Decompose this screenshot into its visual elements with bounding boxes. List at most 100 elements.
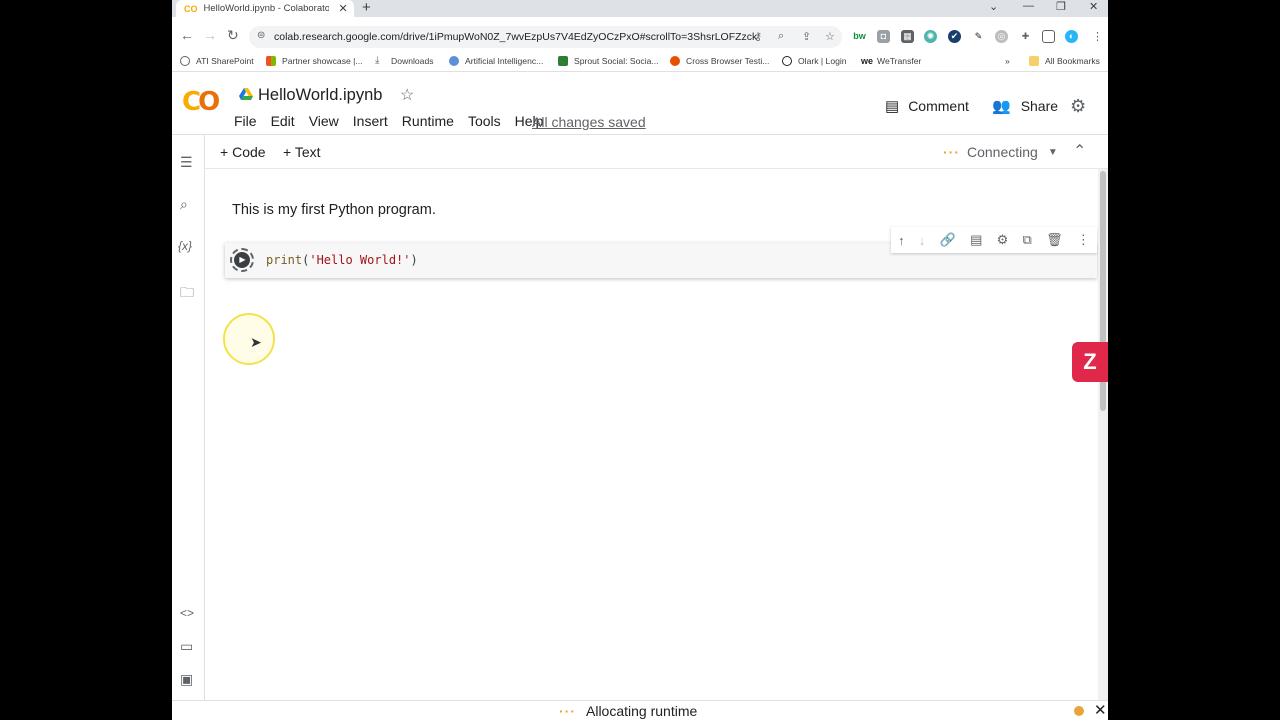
status-close-icon[interactable]: ✕ (1094, 701, 1107, 719)
extension-bw-icon[interactable]: bw (853, 30, 866, 43)
profile-avatar-icon[interactable]: ◐ (1065, 30, 1078, 43)
scrollbar[interactable] (1098, 169, 1108, 700)
status-dots-icon: ··· (559, 703, 576, 719)
url-text: colab.research.google.com/drive/1iPmupWo… (274, 31, 758, 43)
extensions-puzzle-icon[interactable]: ✚ (1019, 30, 1032, 43)
cell-toolbar: ↑ ↓ 🔗 ▤ ⚙ ⧉ 🗑 ⋮ (891, 227, 1097, 253)
plus-icon: + (220, 144, 229, 160)
people-icon: 👥 (992, 98, 1011, 115)
bookmark-item[interactable]: ⤓ Downloads (375, 56, 434, 66)
microsoft-icon (266, 56, 276, 66)
move-down-icon[interactable]: ↓ (919, 233, 926, 248)
command-palette-icon[interactable]: ▭ (180, 638, 193, 655)
menu-edit[interactable]: Edit (271, 113, 295, 129)
bookmark-item[interactable]: Cross Browser Testi... (670, 56, 769, 66)
extension-camera-icon[interactable]: ◘ (877, 30, 890, 43)
side-panel-icon[interactable] (1042, 30, 1055, 43)
text-cell[interactable]: This is my first Python program. (232, 202, 436, 218)
zoom-extension-icon[interactable]: Z (1072, 342, 1108, 382)
bookmarks-bar: ATI SharePoint Partner showcase |... ⤓ Do… (172, 54, 1108, 72)
code-snippets-icon[interactable]: <> (180, 606, 194, 620)
search-icon[interactable]: ⌕ (180, 196, 188, 213)
tab-close-icon[interactable]: ✕ (339, 2, 348, 15)
google-drive-icon[interactable] (239, 88, 253, 100)
share-page-icon[interactable]: ⇪ (802, 30, 811, 43)
bookmark-item[interactable]: Partner showcase |... (266, 56, 363, 66)
all-bookmarks[interactable]: All Bookmarks (1029, 56, 1100, 66)
files-folder-icon[interactable]: 🗀 (180, 282, 194, 306)
share-button[interactable]: 👥 Share (992, 97, 1058, 115)
more-options-icon[interactable]: ⋮ (1077, 232, 1090, 248)
bookmark-star-icon[interactable]: ☆ (825, 30, 835, 43)
extension-grid-icon[interactable]: ▦ (901, 30, 914, 43)
extension-check-icon[interactable]: ✔ (948, 30, 961, 43)
play-icon: ▶ (234, 252, 250, 268)
download-icon: ⤓ (375, 56, 385, 66)
notebook-title[interactable]: HelloWorld.ipynb (258, 86, 382, 105)
status-indicator-dot (1074, 706, 1084, 716)
reload-icon[interactable]: ↻ (227, 27, 239, 44)
add-text-button[interactable]: + Text (283, 144, 321, 160)
more-bookmarks-icon[interactable]: » (1005, 56, 1010, 66)
code-function: print (266, 253, 303, 267)
globe-icon (180, 56, 190, 66)
status-text: Allocating runtime (586, 703, 698, 719)
bookmark-item[interactable]: we WeTransfer (861, 56, 921, 66)
variables-icon[interactable]: {x} (178, 239, 192, 253)
code-editor[interactable]: print('Hello World!') (266, 253, 418, 267)
back-icon[interactable]: ← (180, 27, 194, 43)
run-cell-button[interactable]: ▶ (230, 248, 254, 272)
notebook-body: This is my first Python program. ▶ print… (206, 169, 1098, 700)
extension-gear-icon[interactable]: ✺ (924, 30, 937, 43)
terminal-icon[interactable]: ▣ (180, 671, 193, 688)
move-up-icon[interactable]: ↑ (898, 233, 905, 248)
bookmark-item[interactable]: Sprout Social: Socia... (558, 56, 659, 66)
table-of-contents-icon[interactable]: ☰ (180, 154, 193, 171)
cell-settings-icon[interactable]: ⚙ (997, 232, 1009, 248)
comment-button[interactable]: ▤ Comment (885, 97, 969, 115)
menu-view[interactable]: View (309, 113, 339, 129)
connection-status: Connecting (967, 144, 1038, 160)
comment-label: Comment (908, 98, 969, 114)
save-status-link[interactable]: All changes saved (532, 114, 646, 130)
delete-icon[interactable]: 🗑 (1046, 232, 1063, 248)
comment-cell-icon[interactable]: ▤ (970, 232, 982, 248)
folder-icon (1029, 56, 1039, 66)
zoom-icon[interactable]: ⌕ (778, 30, 784, 43)
menu-file[interactable]: File (234, 113, 257, 129)
colab-logo[interactable]: CO (182, 87, 220, 117)
wetransfer-icon: we (861, 56, 874, 66)
cursor-highlight (223, 313, 275, 365)
extension-pen-icon[interactable]: ✎ (972, 30, 985, 43)
bookmark-item[interactable]: Artificial Intelligenc... (449, 56, 543, 66)
star-icon[interactable]: ☆ (400, 85, 414, 105)
connect-button[interactable]: ··· Connecting ▼ (943, 144, 1058, 160)
collapse-header-icon[interactable]: ⌃ (1073, 141, 1086, 161)
window-close-icon[interactable]: ✕ (1089, 0, 1098, 13)
tab-search-icon[interactable]: ⌄ (989, 0, 998, 13)
bookmark-item[interactable]: Olark | Login (782, 56, 847, 66)
minimize-icon[interactable]: — (1023, 0, 1034, 12)
restore-icon[interactable]: ❐ (1056, 0, 1066, 13)
link-icon[interactable]: 🔗 (940, 232, 956, 248)
plus-icon: + (283, 144, 292, 160)
extension-circle-icon[interactable]: ◎ (995, 30, 1008, 43)
ai-site-icon (449, 56, 459, 66)
colab-header: CO HelloWorld.ipynb ☆ File Edit View Ins… (172, 73, 1108, 135)
forward-icon[interactable]: → (203, 27, 217, 43)
bookmark-item[interactable]: ATI SharePoint (180, 56, 254, 66)
password-key-icon[interactable]: ⚷ (754, 30, 762, 43)
dropdown-arrow-icon[interactable]: ▼ (1048, 147, 1058, 158)
menu-insert[interactable]: Insert (353, 113, 388, 129)
menu-runtime[interactable]: Runtime (402, 113, 454, 129)
new-tab-icon[interactable]: + (362, 0, 371, 16)
menu-tools[interactable]: Tools (468, 113, 501, 129)
browser-tab[interactable]: CO HelloWorld.ipynb - Colaboratory ✕ (176, 0, 354, 17)
mouse-pointer-icon: ➤ (250, 334, 262, 350)
runtime-status: ··· Allocating runtime (559, 703, 697, 719)
settings-gear-icon[interactable]: ⚙ (1070, 96, 1086, 117)
add-code-button[interactable]: + Code (220, 144, 266, 160)
site-info-icon[interactable]: ⊜ (257, 30, 265, 41)
browser-menu-icon[interactable]: ⋮ (1092, 30, 1103, 43)
mirror-cell-icon[interactable]: ⧉ (1023, 232, 1032, 248)
